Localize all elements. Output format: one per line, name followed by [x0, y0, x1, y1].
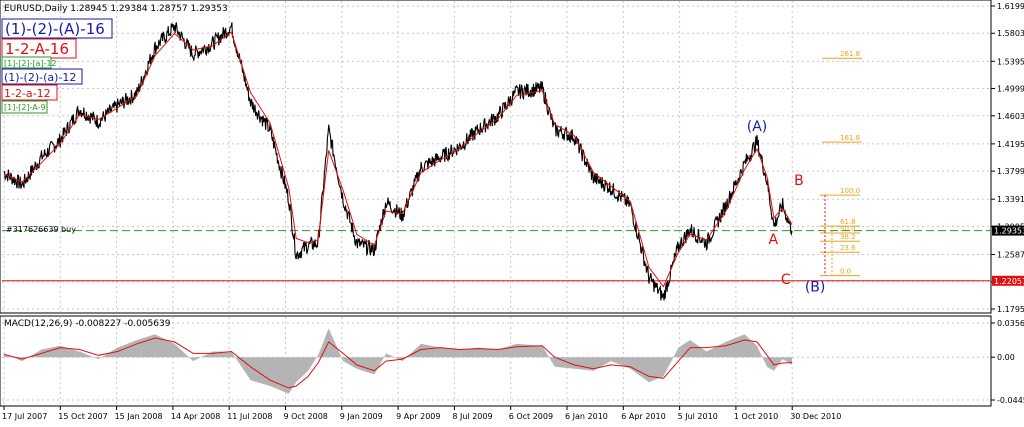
main-pane-frame — [0, 0, 992, 314]
fib-label-2: 100.0 — [840, 187, 860, 195]
y-tick-label-9: 1.25870 — [997, 251, 1024, 260]
symbol-header: EURUSD,Daily 1.28945 1.29384 1.28757 1.2… — [4, 4, 228, 14]
x-tick-label-1: 15 Oct 2007 — [58, 412, 107, 421]
order-label: #317626639 buy — [6, 225, 76, 234]
wave-legend: (1)-(2)-(A)-16 1-2-A-16 [1]-[2]-[a]-12 (… — [1, 18, 113, 114]
x-tick-label-13: 1 Oct 2010 — [734, 412, 778, 421]
x-tick-label-0: 17 Jul 2007 — [2, 412, 47, 421]
wave-label-1: B — [794, 173, 804, 189]
price-badge-label-0: 1.29353 — [994, 227, 1024, 236]
macd-axis: 0.035670 0.00 -0.044590 — [991, 319, 1024, 405]
legend-item-1: 1-2-A-16 — [5, 40, 69, 58]
price-axis: 1.61990 1.58030 1.53950 1.49990 1.46030 1.419… — [991, 2, 1024, 314]
fib-label-6: 23.6 — [840, 244, 856, 252]
y-tick-label-5: 1.41950 — [997, 140, 1024, 149]
x-tick-label-6: 9 Jan 2009 — [340, 412, 383, 421]
fib-label-7: 0.0 — [840, 268, 851, 276]
x-tick-label-3: 14 Apr 2008 — [171, 412, 220, 421]
fibonacci-levels: 261.8161.8100.061.850.038.223.60.0 — [820, 50, 862, 277]
x-tick-label-11: 6 Apr 2010 — [621, 412, 665, 421]
y-tick-label-0: 1.61990 — [997, 2, 1024, 11]
chart-svg[interactable]: 261.8161.8100.061.850.038.223.60.0 (A)BA… — [0, 0, 1024, 423]
x-tick-label-10: 6 Jan 2010 — [565, 412, 608, 421]
x-tick-label-8: 8 Jul 2009 — [452, 412, 492, 421]
y-tick-label-11: 1.17950 — [997, 305, 1024, 314]
fib-label-0: 261.8 — [840, 50, 860, 58]
wave-label-2: A — [768, 232, 778, 248]
fib-label-1: 161.8 — [840, 134, 860, 142]
price-badge-label-1: 1.22051 — [994, 277, 1024, 286]
x-tick-label-12: 5 Jul 2010 — [678, 412, 718, 421]
legend-item-3: (1)-(2)-(a)-12 — [4, 71, 76, 84]
x-tick-label-7: 9 Apr 2009 — [396, 412, 440, 421]
legend-item-5: [1]-[2]-A-9 — [4, 103, 46, 112]
x-tick-label-9: 6 Oct 2009 — [509, 412, 553, 421]
macd-pane-frame — [0, 315, 992, 407]
y-tick-label-7: 1.33910 — [997, 195, 1024, 204]
legend-item-4: 1-2-a-12 — [4, 87, 51, 100]
y-tick-label-4: 1.46030 — [997, 112, 1024, 121]
x-tick-label-2: 15 Jan 2008 — [115, 412, 163, 421]
x-tick-label-14: 30 Dec 2010 — [790, 412, 841, 421]
macd-y-tick-label-2: -0.044590 — [997, 396, 1024, 405]
legend-item-0: (1)-(2)-(A)-16 — [5, 20, 105, 38]
x-tick-label-4: 11 Jul 2008 — [227, 412, 272, 421]
macd-header: MACD(12,26,9) -0.008227 -0.005639 — [4, 319, 171, 329]
time-axis: 17 Jul 2007 15 Oct 2007 15 Jan 2008 14 Apr … — [2, 406, 841, 421]
main-grid — [2, 1, 990, 312]
legend-item-2: [1]-[2]-[a]-12 — [4, 59, 57, 68]
wave-label-0: (A) — [747, 119, 768, 135]
y-tick-label-6: 1.37990 — [997, 167, 1024, 176]
fib-label-5: 38.2 — [840, 233, 856, 241]
x-tick-label-5: 9 Oct 2008 — [284, 412, 328, 421]
y-tick-label-2: 1.53950 — [997, 57, 1024, 66]
wave-label-4: (B) — [805, 279, 826, 295]
chart-window: 261.8 161.8 100.0 61.8 50.0 38.2 23.6 0.0 (A) B A… — [0, 0, 1024, 423]
wave-label-3: C — [781, 272, 791, 288]
macd-y-tick-label-1: 0.00 — [997, 353, 1015, 362]
y-tick-label-1: 1.58030 — [997, 29, 1024, 38]
moving-average-line — [3, 31, 793, 288]
macd-grid — [2, 317, 990, 405]
y-tick-label-3: 1.49990 — [997, 85, 1024, 94]
fib-label-4: 50.0 — [840, 225, 856, 233]
macd-y-tick-label-0: 0.035670 — [997, 319, 1024, 328]
